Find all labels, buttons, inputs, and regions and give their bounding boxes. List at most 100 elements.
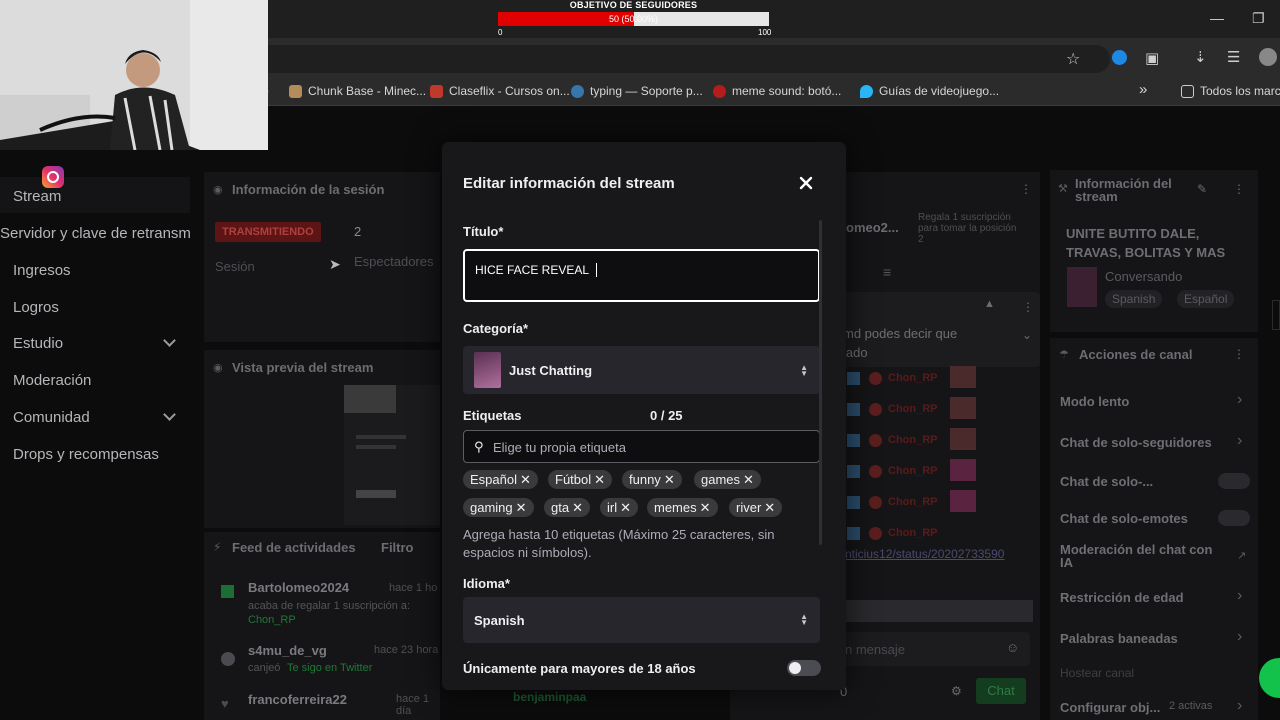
- shield-icon: ☂: [1059, 349, 1069, 361]
- sidebar-item-ingresos[interactable]: Ingresos: [13, 262, 71, 279]
- action-goals[interactable]: Configurar obj...: [1060, 700, 1160, 715]
- title-label: Título*: [463, 224, 504, 239]
- profile-avatar[interactable]: [1259, 48, 1277, 66]
- chevron-right-icon[interactable]: ›: [1237, 628, 1242, 646]
- bookmark-item[interactable]: Chunk Base - Minec...: [289, 84, 426, 98]
- sidebar-item-comunidad[interactable]: Comunidad: [13, 409, 90, 426]
- close-icon[interactable]: [798, 175, 814, 191]
- sidebar-item-drops[interactable]: Drops y recompensas: [13, 446, 159, 463]
- action-slow-mode[interactable]: Modo lento: [1060, 394, 1129, 409]
- media-icon[interactable]: ☰: [1227, 48, 1240, 66]
- language-select[interactable]: Spanish ▲ ▼: [463, 597, 820, 643]
- tag-chip[interactable]: Fútbol ✕: [548, 470, 613, 489]
- maximize-icon[interactable]: ❐: [1252, 10, 1265, 27]
- remove-tag-icon[interactable]: ✕: [594, 472, 605, 487]
- remove-tag-icon[interactable]: ✕: [520, 472, 531, 487]
- session-title: Información de la sesión: [232, 182, 385, 197]
- stream-info-tag: Español: [1177, 290, 1235, 308]
- subs-only-toggle[interactable]: [1218, 473, 1250, 489]
- sidebar-item-server[interactable]: Servidor y clave de retransm: [0, 225, 191, 242]
- tag-chip[interactable]: gta ✕: [544, 498, 590, 517]
- feed-user[interactable]: francoferreira22: [248, 692, 347, 707]
- modal-scrollbar[interactable]: [819, 220, 822, 545]
- action-banned-words[interactable]: Palabras baneadas: [1060, 631, 1178, 646]
- feed-title: Feed de actividades: [232, 540, 356, 555]
- tag-chip[interactable]: irl ✕: [600, 498, 639, 517]
- gift-icon: [221, 585, 234, 598]
- more-icon[interactable]: ⋮: [1020, 182, 1032, 196]
- title-input[interactable]: HICE FACE REVEAL: [463, 249, 820, 302]
- settings-icon[interactable]: ⚙: [951, 684, 962, 698]
- tag-chip[interactable]: gaming ✕: [463, 498, 534, 517]
- bookmark-folder[interactable]: Todos los marca: [1181, 84, 1280, 98]
- emotes-only-toggle[interactable]: [1218, 510, 1250, 526]
- category-select[interactable]: Just Chatting ▲ ▼: [463, 346, 820, 394]
- chat-send-button[interactable]: Chat: [976, 678, 1026, 704]
- extension-icon[interactable]: [1112, 50, 1127, 65]
- feed-highlight: Chon_RP: [248, 614, 296, 626]
- external-link-icon[interactable]: ↗: [1237, 549, 1246, 562]
- sidebar-item-logros[interactable]: Logros: [13, 299, 59, 316]
- more-bookmarks-icon[interactable]: »: [1139, 81, 1147, 98]
- sidebar-item-moderacion[interactable]: Moderación: [13, 372, 91, 389]
- chevron-right-icon[interactable]: ›: [1237, 697, 1242, 715]
- title-input-value: HICE FACE REVEAL: [475, 263, 590, 277]
- age-restriction-toggle[interactable]: [787, 660, 821, 676]
- star-icon[interactable]: ☆: [1066, 49, 1080, 69]
- tag-chip[interactable]: games ✕: [694, 470, 761, 489]
- action-host[interactable]: Hostear canal: [1060, 666, 1134, 680]
- stream-preview-thumbnail[interactable]: [344, 385, 440, 525]
- remove-tag-icon[interactable]: ✕: [516, 500, 527, 515]
- tag-search-input[interactable]: ⚲ Elige tu propia etiqueta: [463, 430, 820, 463]
- sidebar-item-stream[interactable]: Stream: [13, 188, 61, 205]
- chat-link[interactable]: nticius12/status/20202733590: [845, 547, 1004, 561]
- chevron-right-icon[interactable]: ›: [1237, 391, 1242, 409]
- feed-user[interactable]: s4mu_de_vg: [248, 643, 327, 658]
- emote-picker-icon[interactable]: ☺: [1006, 640, 1019, 655]
- chevron-down-icon[interactable]: ⌄: [1022, 328, 1032, 342]
- bookmark-item[interactable]: Guías de videojuego...: [860, 84, 999, 98]
- remove-tag-icon[interactable]: ✕: [664, 472, 675, 487]
- chevron-right-icon[interactable]: ›: [1237, 432, 1242, 450]
- remove-tag-icon[interactable]: ✕: [764, 500, 775, 515]
- edit-icon[interactable]: ✎: [1197, 182, 1207, 196]
- feed-user[interactable]: Bartolomeo2024: [248, 580, 349, 595]
- remove-tag-icon[interactable]: ✕: [743, 472, 754, 487]
- minimize-icon[interactable]: —: [1210, 10, 1224, 26]
- tag-chip[interactable]: funny ✕: [622, 470, 682, 489]
- action-ai-moderation[interactable]: Moderación del chat con IA: [1060, 543, 1220, 569]
- chevron-right-icon[interactable]: ›: [1237, 587, 1242, 605]
- action-age-restriction[interactable]: Restricción de edad: [1060, 590, 1184, 605]
- remove-tag-icon[interactable]: ✕: [700, 500, 711, 515]
- action-subs-only[interactable]: Chat de solo-...: [1060, 474, 1153, 489]
- language-value: Spanish: [474, 613, 525, 628]
- pin-icon[interactable]: ▲: [984, 298, 995, 310]
- session-label: Sesión: [215, 259, 255, 274]
- sidebar-item-estudio[interactable]: Estudio: [13, 335, 63, 352]
- download-icon[interactable]: ⇣: [1194, 48, 1207, 66]
- goal-max: 100: [758, 28, 772, 37]
- bookmark-item[interactable]: meme sound: botó...: [713, 84, 841, 98]
- session-icon: ◉: [213, 184, 223, 196]
- chat-input[interactable]: n mensaje ☺: [840, 632, 1030, 666]
- bookmark-item[interactable]: Claseflix - Cursos on...: [430, 84, 570, 98]
- collapse-icon[interactable]: ≡: [883, 264, 891, 280]
- more-icon[interactable]: ⋮: [1022, 300, 1034, 314]
- puzzle-icon[interactable]: ▣: [1145, 49, 1159, 67]
- tag-chip[interactable]: river ✕: [729, 498, 783, 517]
- feed-filter-button[interactable]: Filtro: [381, 540, 414, 555]
- tag-chip[interactable]: Español ✕: [463, 470, 538, 489]
- remove-tag-icon[interactable]: ✕: [572, 500, 583, 515]
- feed-highlight: Te sigo en Twitter: [287, 662, 373, 674]
- viewer-count: 2: [354, 224, 362, 239]
- remove-tag-icon[interactable]: ✕: [620, 500, 631, 515]
- bookmark-item[interactable]: typing — Soporte p...: [571, 84, 703, 98]
- goal-progress-text: 50 (50.00%): [608, 14, 659, 24]
- edge-widget: [1272, 300, 1280, 330]
- more-icon[interactable]: ⋮: [1233, 347, 1245, 361]
- action-followers-only[interactable]: Chat de solo-seguidores: [1060, 435, 1212, 450]
- folder-icon: [1181, 84, 1194, 98]
- tag-chip[interactable]: memes ✕: [647, 498, 718, 517]
- more-icon[interactable]: ⋮: [1233, 182, 1245, 196]
- action-emotes-only[interactable]: Chat de solo-emotes: [1060, 511, 1188, 526]
